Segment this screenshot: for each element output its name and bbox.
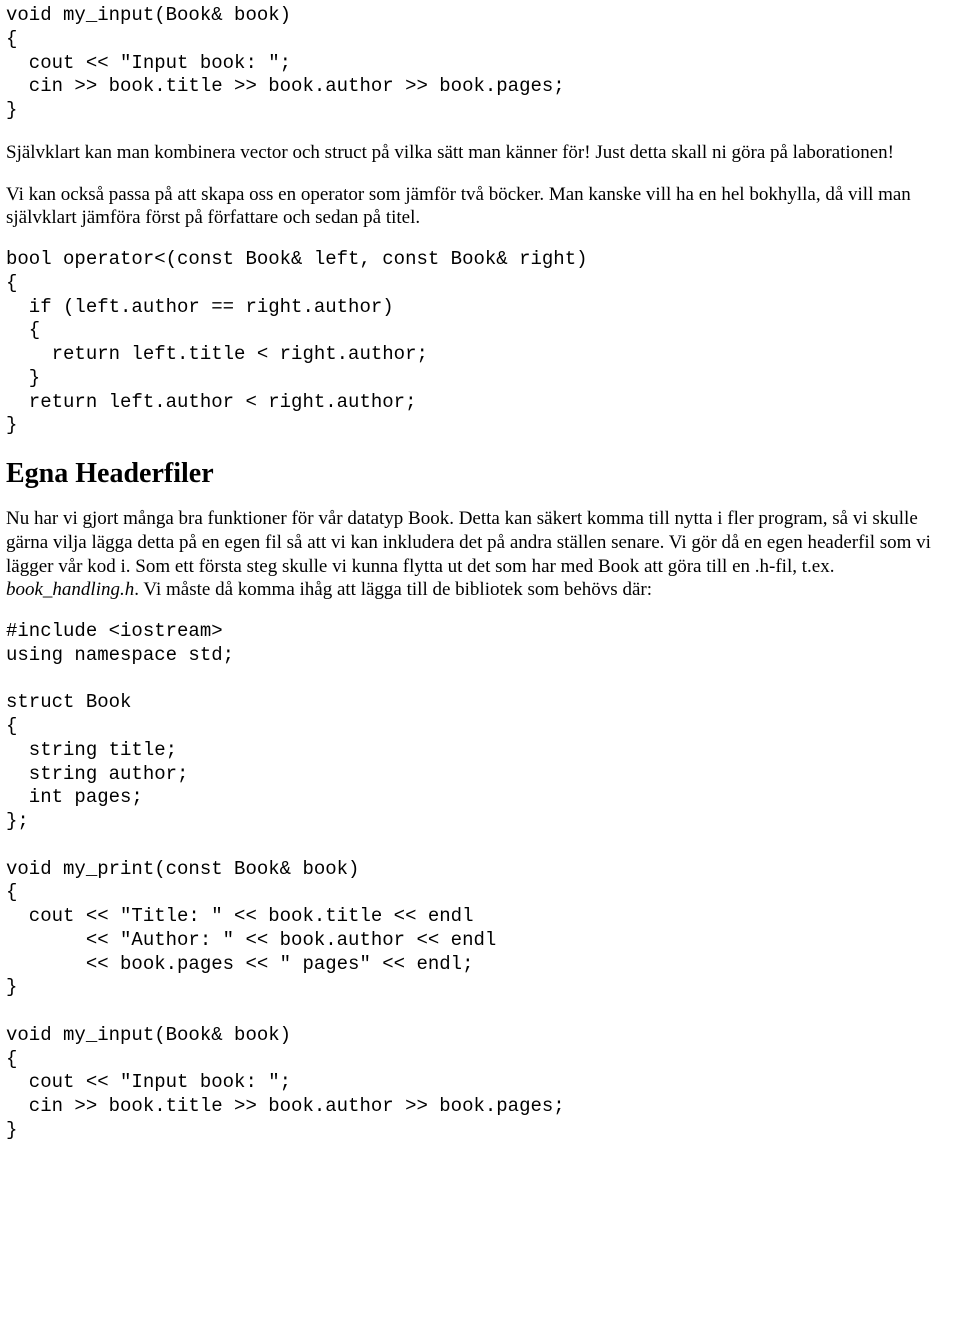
code-block-2: bool operator<(const Book& left, const B… <box>6 248 954 438</box>
heading-egna-headerfiler: Egna Headerfiler <box>6 456 954 491</box>
code-block-1: void my_input(Book& book) { cout << "Inp… <box>6 4 954 123</box>
paragraph-3-text-b: . Vi måste då komma ihåg att lägga till … <box>134 579 652 600</box>
paragraph-1: Självklart kan man kombinera vector och … <box>6 141 954 165</box>
paragraph-3-text-a: Nu har vi gjort många bra funktioner för… <box>6 508 931 577</box>
filename-book-handling: book_handling.h <box>6 579 134 600</box>
paragraph-2: Vi kan också passa på att skapa oss en o… <box>6 183 954 231</box>
code-block-3: #include <iostream> using namespace std;… <box>6 620 954 1143</box>
paragraph-3: Nu har vi gjort många bra funktioner för… <box>6 507 954 602</box>
